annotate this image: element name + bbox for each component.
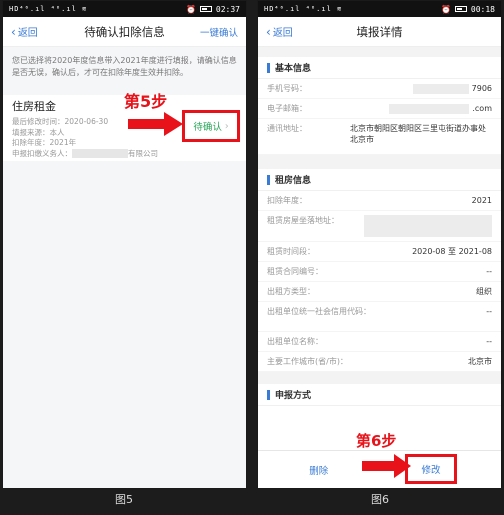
confirm-all-button[interactable]: 一键确认 xyxy=(200,25,238,39)
row-address: 通讯地址： 北京市朝阳区朝阳区三里屯街道办事处北京市 xyxy=(258,119,501,155)
row-lessor-name: 出租单位名称： -- xyxy=(258,332,501,352)
step-6-label: 第6步 xyxy=(356,432,397,450)
section-rent-info: 租房信息 xyxy=(258,169,501,191)
screen-filing-details: HD⁴⁶.ıl ⁴⁶.ıl ≋ ⏰ 00:18 ‹ 返回 填报详情 基本信息 手… xyxy=(257,0,502,489)
empty-area xyxy=(3,161,246,488)
row-contract-number: 租赁合同编号： -- xyxy=(258,262,501,282)
chevron-left-icon: ‹ xyxy=(266,24,271,39)
row-deduction-year: 扣除年度： 2021 xyxy=(258,191,501,211)
row-phone: 手机号码： 7906 xyxy=(258,79,501,99)
row-email: 电子邮箱： .com xyxy=(258,99,501,119)
chevron-left-icon: ‹ xyxy=(11,24,16,39)
back-button[interactable]: ‹ 返回 xyxy=(11,24,38,40)
section-declare-method: 申报方式 xyxy=(258,384,501,406)
withholding-agent-line: 申报扣缴义务人： 有限公司 xyxy=(12,148,158,158)
row-lessor-type: 出租方类型： 组织 xyxy=(258,282,501,302)
clock: 02:37 xyxy=(215,4,240,14)
back-label: 返回 xyxy=(17,28,38,39)
row-work-city: 主要工作城市(省/市)： 北京市 xyxy=(258,352,501,372)
red-arrow-icon xyxy=(362,454,411,478)
signal-icons: HD⁴⁶.ıl ⁴⁶.ıl ≋ xyxy=(264,5,343,13)
red-arrow-icon xyxy=(128,112,183,136)
screen-confirm-deductions: HD⁴⁶.ıl ⁴⁶.ıl ≋ ⏰ 02:37 ‹ 返回 待确认扣除信息 一键确… xyxy=(2,0,247,489)
back-label: 返回 xyxy=(272,28,293,39)
row-rental-period: 租赁时间段： 2020-08 至 2021-08 xyxy=(258,242,501,262)
redacted-mask xyxy=(364,215,492,237)
row-credit-code: 出租单位统一社会信用代码： -- xyxy=(258,302,501,332)
signal-icons: HD⁴⁶.ıl ⁴⁶.ıl ≋ xyxy=(9,5,88,13)
battery-icon xyxy=(454,6,467,12)
caption-figure-5: 图5 xyxy=(115,493,133,506)
modify-button[interactable]: 修改 xyxy=(405,454,457,484)
step-5-label: 第5步 xyxy=(124,92,168,111)
redacted-mask xyxy=(389,103,470,114)
redacted-mask xyxy=(412,83,469,94)
battery-icon xyxy=(199,6,212,12)
chevron-right-icon: › xyxy=(224,120,229,132)
status-bar: HD⁴⁶.ıl ⁴⁶.ıl ≋ ⏰ 02:37 xyxy=(3,1,246,17)
redacted-mask xyxy=(72,149,128,158)
status-bar: HD⁴⁶.ıl ⁴⁶.ıl ≋ ⏰ 00:18 xyxy=(258,1,501,17)
nav-bar: ‹ 返回 待确认扣除信息 一键确认 xyxy=(3,17,246,47)
nav-bar: ‹ 返回 填报详情 xyxy=(258,17,501,47)
caption-figure-6: 图6 xyxy=(371,493,389,506)
alarm-icon: ⏰ xyxy=(185,4,196,14)
alarm-icon: ⏰ xyxy=(440,4,451,14)
back-button[interactable]: ‹ 返回 xyxy=(266,24,293,40)
pending-confirm-link[interactable]: 待确认 › xyxy=(182,110,240,142)
pending-confirm-label: 待确认 xyxy=(193,122,222,133)
section-basic-info: 基本信息 xyxy=(258,57,501,79)
page-title: 填报详情 xyxy=(356,24,403,39)
clock: 00:18 xyxy=(470,4,495,14)
row-rental-address: 租赁房屋坐落地址： xyxy=(258,211,501,242)
